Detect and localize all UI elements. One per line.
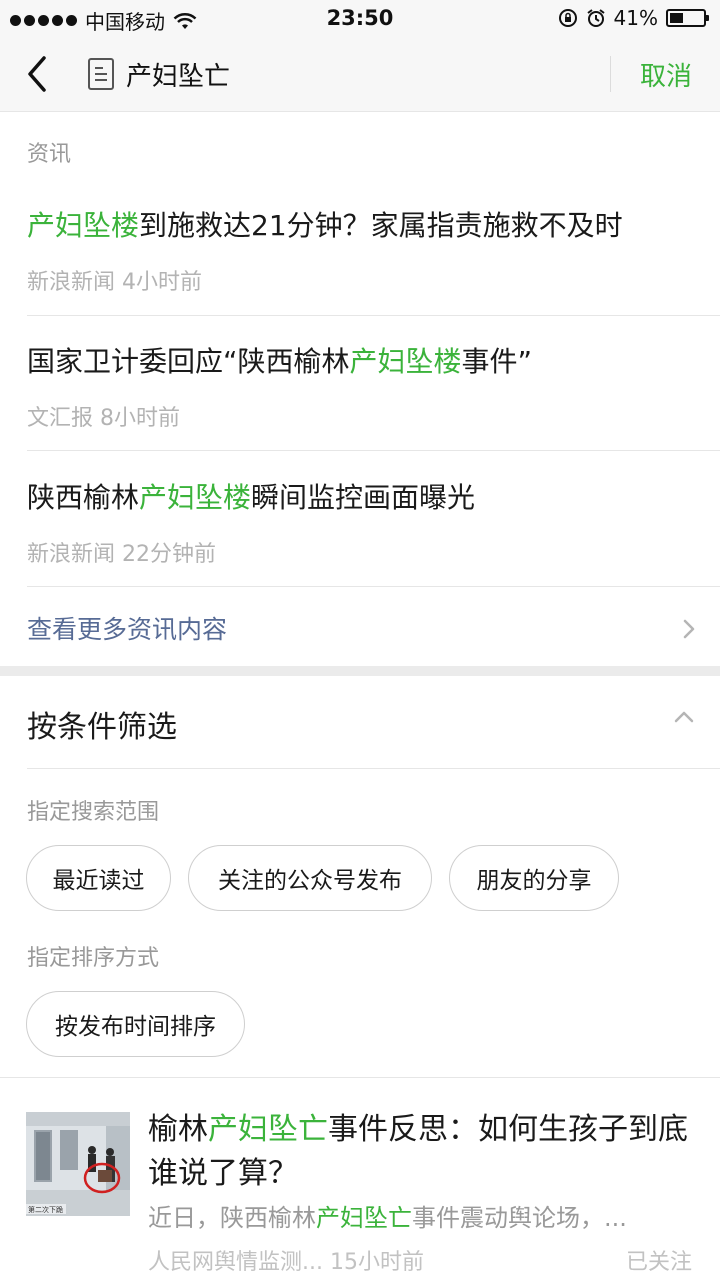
- scope-label: 指定搜索范围: [27, 800, 160, 825]
- news-item-title[interactable]: 产妇坠楼到施救达21分钟？家属指责施救不及时: [27, 204, 623, 244]
- scope-option-followed[interactable]: 关注的公众号发布: [188, 845, 432, 911]
- thumb-caption: 第二次下跪: [28, 1205, 63, 1214]
- article-meta: 人民网舆情监测... 15小时前: [148, 1250, 424, 1275]
- article-thumbnail[interactable]: 第二次下跪: [26, 1112, 130, 1216]
- title-text: 陕西榆林: [27, 481, 140, 514]
- news-item-meta: 新浪新闻 4小时前: [27, 270, 202, 295]
- battery-icon: [666, 9, 709, 27]
- divider: [27, 450, 720, 451]
- section-gap: [0, 666, 720, 676]
- sort-option-time[interactable]: 按发布时间排序: [26, 991, 245, 1057]
- news-item-meta: 文汇报 8小时前: [27, 406, 180, 431]
- thumbnail-image: 第二次下跪: [26, 1112, 130, 1216]
- news-item-title[interactable]: 国家卫计委回应“陕西榆林产妇坠楼事件”: [27, 340, 532, 380]
- title-highlight: 产妇坠亡: [208, 1112, 328, 1147]
- orientation-lock-icon: [558, 9, 577, 27]
- article-description: 近日，陕西榆林产妇坠亡事件震动舆论场，...: [148, 1198, 688, 1233]
- search-query[interactable]: 产妇坠亡: [126, 56, 230, 93]
- status-right: 41%: [558, 6, 709, 30]
- title-text: 榆林: [148, 1112, 208, 1147]
- sort-label: 指定排序方式: [27, 946, 160, 971]
- divider: [27, 315, 720, 316]
- title-highlight: 产妇坠楼: [349, 345, 462, 378]
- chevron-up-icon[interactable]: [673, 710, 695, 724]
- document-icon: [88, 58, 114, 90]
- title-text: 国家卫计委回应“陕西榆林: [27, 345, 350, 378]
- scope-option-recent[interactable]: 最近读过: [26, 845, 171, 911]
- title-text: 事件”: [461, 345, 533, 378]
- news-item-meta: 新浪新闻 22分钟前: [27, 542, 216, 567]
- cancel-button[interactable]: 取消: [640, 56, 692, 93]
- battery-percent: 41%: [613, 6, 658, 30]
- title-text: 到施救达21分钟？家属指责施救不及时: [139, 209, 623, 242]
- title-highlight: 产妇坠楼: [27, 209, 140, 242]
- back-arrow-icon[interactable]: [22, 54, 52, 94]
- search-header: 产妇坠亡 取消: [0, 36, 720, 112]
- alarm-icon: [586, 9, 605, 27]
- news-section-label: 资讯: [27, 142, 72, 167]
- news-item-title[interactable]: 陕西榆林产妇坠楼瞬间监控画面曝光: [27, 476, 475, 516]
- status-bar: 中国移动 23:50 41%: [0, 0, 720, 36]
- header-divider: [610, 56, 611, 92]
- article-title[interactable]: 榆林产妇坠亡事件反思：如何生孩子到底谁说了算？: [148, 1108, 698, 1196]
- title-text: 瞬间监控画面曝光: [251, 481, 476, 514]
- chevron-right-icon[interactable]: [682, 618, 696, 640]
- title-highlight: 产妇坠楼: [139, 481, 252, 514]
- more-news-link[interactable]: 查看更多资讯内容: [27, 610, 227, 646]
- divider: [27, 768, 720, 769]
- desc-highlight: 产妇坠亡: [316, 1204, 412, 1232]
- follow-status: 已关注: [625, 1250, 692, 1275]
- desc-text: 事件震动舆论场，...: [412, 1204, 627, 1232]
- desc-text: 近日，陕西榆林: [148, 1204, 316, 1232]
- filter-title[interactable]: 按条件筛选: [27, 702, 177, 746]
- scope-option-friends[interactable]: 朋友的分享: [449, 845, 619, 911]
- divider: [27, 586, 720, 587]
